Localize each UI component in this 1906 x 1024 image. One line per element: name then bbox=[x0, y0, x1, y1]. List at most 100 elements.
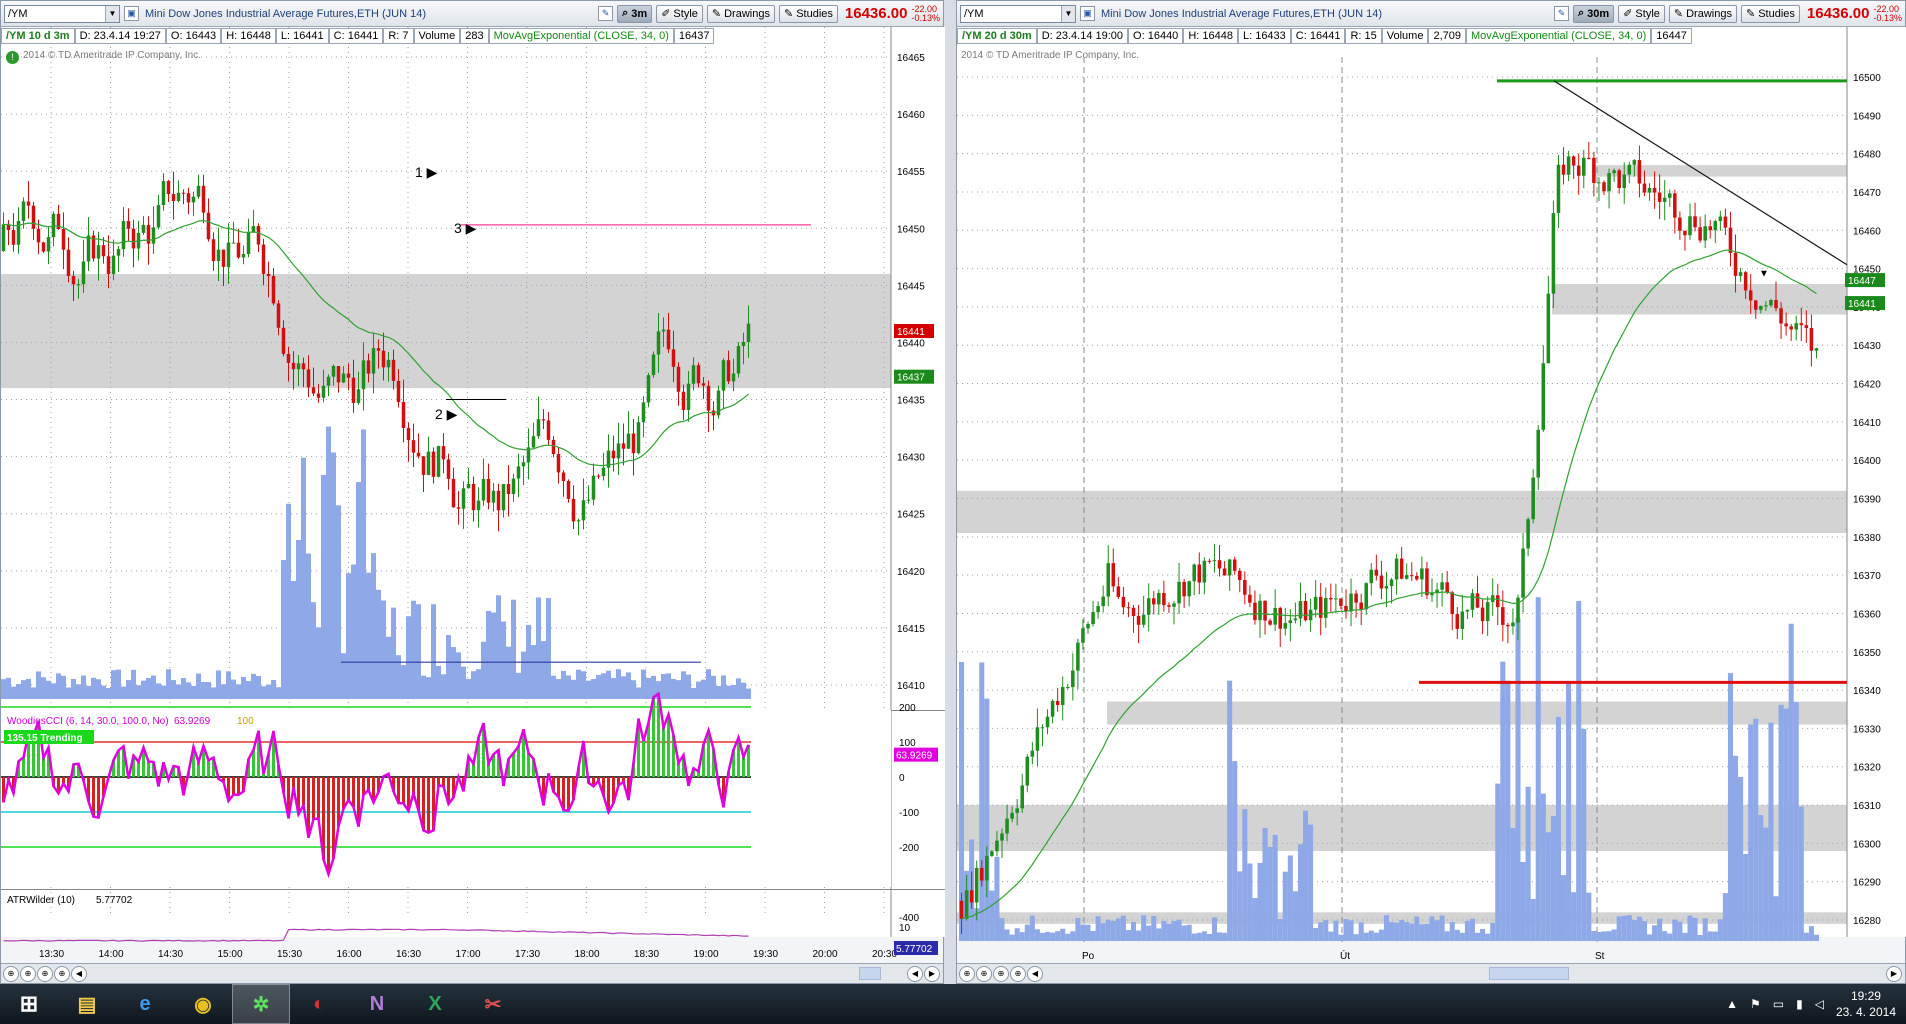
style-button[interactable]: ✐ Style bbox=[656, 4, 703, 23]
candle-body bbox=[1030, 750, 1035, 757]
pencil-icon[interactable]: ✎ bbox=[598, 6, 614, 21]
symbol-link-icon[interactable]: ▣ bbox=[124, 6, 139, 21]
left-chart-area[interactable]: 16465 16460 16455 16450 16445 16440 16435 16430… bbox=[1, 27, 945, 965]
reset-icon[interactable]: ⊕ bbox=[993, 965, 1009, 982]
candle-body bbox=[121, 221, 126, 250]
volume-bar bbox=[1141, 915, 1147, 941]
scroll-right-icon[interactable]: ▶ bbox=[1886, 965, 1902, 982]
candle-body bbox=[636, 422, 641, 454]
info-volume-label[interactable]: Volume bbox=[413, 28, 461, 44]
candle-body bbox=[626, 433, 631, 449]
price-axis-label: 16460 bbox=[897, 110, 925, 121]
candle-body bbox=[731, 373, 736, 382]
volume-bar bbox=[1631, 920, 1637, 941]
candle-body bbox=[431, 451, 436, 477]
scrollbar-thumb[interactable] bbox=[859, 967, 881, 980]
pencil-icon[interactable]: ✎ bbox=[1554, 6, 1569, 21]
candle-body bbox=[11, 230, 16, 245]
candle-body bbox=[1450, 592, 1455, 615]
chevron-down-icon[interactable]: ▼ bbox=[105, 5, 119, 22]
scroll-left-icon[interactable]: ◀ bbox=[1027, 965, 1043, 982]
flag-icon[interactable]: ⚑ bbox=[1750, 997, 1761, 1011]
drawings-button[interactable]: ✎ Drawings bbox=[1668, 4, 1737, 23]
volume-bar bbox=[406, 616, 411, 699]
scrollbar-thumb[interactable] bbox=[1489, 967, 1569, 980]
volume-bar bbox=[511, 599, 516, 699]
expand-icon[interactable]: ⊕ bbox=[54, 965, 70, 982]
period-button[interactable]: ⌕ 30m bbox=[1573, 4, 1615, 23]
info-symbol[interactable]: /YM 20 d 30m bbox=[957, 28, 1037, 44]
file-explorer-icon[interactable]: ▤ bbox=[58, 984, 116, 1024]
candle-body bbox=[1541, 363, 1546, 430]
zoom-icon[interactable]: ⊕ bbox=[3, 965, 19, 982]
drawings-button[interactable]: ✎ Drawings bbox=[706, 4, 775, 23]
thinkorswim-icon[interactable]: ✲ bbox=[232, 984, 290, 1024]
candle-body bbox=[1015, 808, 1019, 813]
volume-bar bbox=[56, 673, 61, 699]
time-axis-label: 18:30 bbox=[634, 949, 659, 960]
info-ma-label[interactable]: MovAvgExponential (CLOSE, 34, 0) bbox=[1465, 28, 1652, 44]
volume-bar bbox=[1186, 924, 1192, 941]
excel-icon[interactable]: X bbox=[406, 984, 464, 1024]
onenote-icon[interactable]: N bbox=[348, 984, 406, 1024]
scroll-left-end-icon[interactable]: ◀ bbox=[907, 965, 923, 982]
volume-bar bbox=[1095, 916, 1101, 941]
windows-start-icon[interactable]: ⊞ bbox=[0, 984, 58, 1024]
expand-icon[interactable]: ⊕ bbox=[1010, 965, 1026, 982]
candle-body bbox=[1708, 226, 1713, 231]
studies-button[interactable]: ✎ Studies bbox=[778, 4, 838, 23]
volume-bar bbox=[731, 684, 736, 699]
price-axis-label: 16420 bbox=[897, 567, 925, 578]
scroll-right-icon[interactable]: ▶ bbox=[924, 965, 940, 982]
symbol-selector[interactable]: /YM ▼ bbox=[4, 4, 120, 23]
zoom-icon[interactable]: ⊕ bbox=[959, 965, 975, 982]
symbol-selector[interactable]: /YM ▼ bbox=[960, 4, 1076, 23]
red-app-icon[interactable]: ◐ bbox=[290, 984, 348, 1024]
info-symbol[interactable]: /YM 10 d 3m bbox=[1, 28, 75, 44]
candle-body bbox=[191, 196, 196, 203]
pan-icon[interactable]: ⊕ bbox=[20, 965, 36, 982]
snipping-tool-icon[interactable]: ✂ bbox=[464, 984, 522, 1024]
candle-body bbox=[1753, 300, 1758, 310]
period-button[interactable]: ⌕ 3m bbox=[617, 4, 653, 23]
clock[interactable]: 19:29 23. 4. 2014 bbox=[1836, 988, 1896, 1020]
candle-body bbox=[1667, 193, 1672, 198]
tray-chevron-icon[interactable]: ▲ bbox=[1726, 997, 1738, 1011]
internet-explorer-icon[interactable]: e bbox=[116, 984, 174, 1024]
candle-body bbox=[736, 346, 741, 374]
volume-bar bbox=[586, 680, 591, 699]
battery-icon[interactable]: ▭ bbox=[1773, 997, 1784, 1011]
alert-icon[interactable]: ! bbox=[6, 51, 19, 64]
right-chart-area[interactable]: 1650016490164801647016460164501644016430… bbox=[957, 27, 1906, 965]
candle-body bbox=[1733, 252, 1738, 276]
volume-bar bbox=[161, 685, 166, 699]
candle-body bbox=[1237, 570, 1242, 581]
symbol-link-icon[interactable]: ▣ bbox=[1080, 6, 1095, 21]
candle-body bbox=[1713, 221, 1718, 231]
volume-bar bbox=[1485, 933, 1491, 941]
chrome-icon[interactable]: ◉ bbox=[174, 984, 232, 1024]
candle-body bbox=[1673, 193, 1677, 218]
change-percent: -0.13% bbox=[911, 12, 940, 23]
studies-button[interactable]: ✎ Studies bbox=[1740, 4, 1800, 23]
candle-body bbox=[21, 201, 26, 221]
pan-icon[interactable]: ⊕ bbox=[976, 965, 992, 982]
candle-body bbox=[411, 440, 416, 453]
pane-separator bbox=[1, 889, 945, 890]
volume-bar bbox=[166, 669, 171, 699]
candle-body bbox=[1136, 615, 1141, 625]
network-icon[interactable]: ▮ bbox=[1796, 997, 1803, 1011]
chevron-down-icon[interactable]: ▼ bbox=[1061, 5, 1075, 22]
candle-body bbox=[86, 235, 91, 262]
volume-bar bbox=[346, 573, 351, 699]
style-button[interactable]: ✐ Style bbox=[1618, 4, 1665, 23]
info-volume-label[interactable]: Volume bbox=[1381, 28, 1429, 44]
candle-body bbox=[1526, 519, 1530, 549]
volume-bar bbox=[1034, 929, 1040, 941]
candle-body bbox=[1263, 600, 1267, 621]
reset-icon[interactable]: ⊕ bbox=[37, 965, 53, 982]
scroll-left-icon[interactable]: ◀ bbox=[71, 965, 87, 982]
volume-icon[interactable]: ◁ bbox=[1815, 997, 1824, 1011]
volume-bar bbox=[196, 673, 201, 699]
info-ma-label[interactable]: MovAvgExponential (CLOSE, 34, 0) bbox=[488, 28, 674, 44]
